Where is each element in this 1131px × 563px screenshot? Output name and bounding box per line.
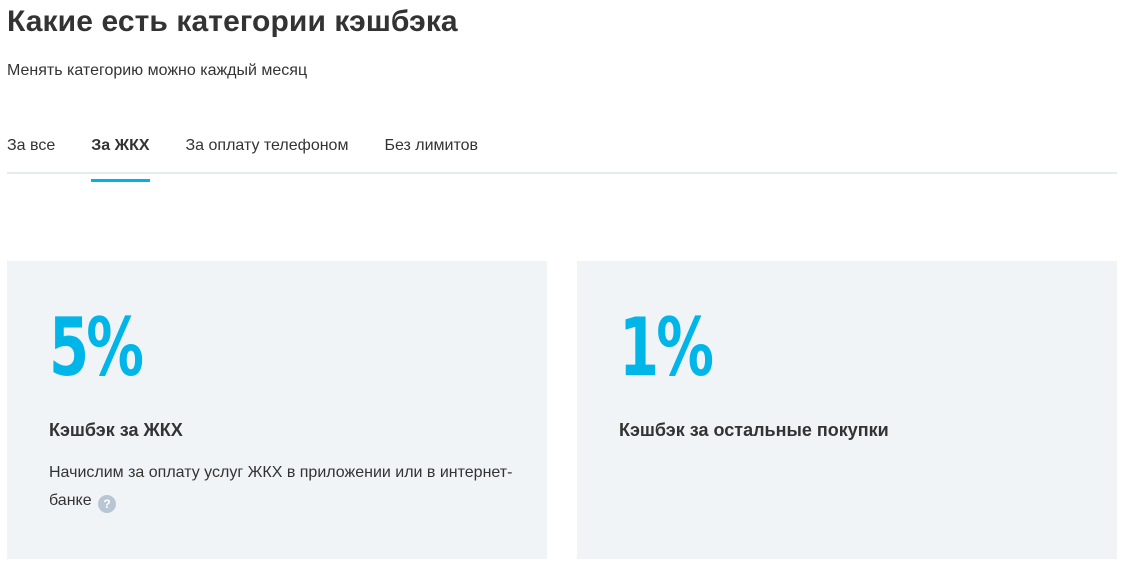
- page-title: Какие есть категории кэшбэка: [7, 5, 458, 38]
- tab-all[interactable]: За все: [7, 130, 55, 172]
- category-tabs: За все За ЖКХ За оплату телефоном Без ли…: [7, 130, 1117, 182]
- card-description: Начислим за оплату услуг ЖКХ в приложени…: [49, 459, 519, 515]
- help-icon[interactable]: ?: [98, 495, 117, 513]
- tab-housing-utilities[interactable]: За ЖКХ: [91, 130, 150, 182]
- card-title: Кэшбэк за остальные покупки: [619, 420, 889, 440]
- tab-phone-payment[interactable]: За оплату телефоном: [186, 130, 349, 172]
- cashback-card-other: 1% Кэшбэк за остальные покупки: [577, 261, 1117, 559]
- page-subtitle: Менять категорию можно каждый месяц: [7, 62, 308, 79]
- cashback-percent: 1%: [619, 301, 714, 394]
- tab-no-limits[interactable]: Без лимитов: [384, 130, 478, 172]
- cashback-percent: 5%: [49, 301, 144, 394]
- cashback-card-housing: 5% Кэшбэк за ЖКХ Начислим за оплату услу…: [7, 261, 547, 559]
- card-title: Кэшбэк за ЖКХ: [49, 420, 183, 440]
- card-description-text: Начислим за оплату услуг ЖКХ в приложени…: [49, 464, 513, 509]
